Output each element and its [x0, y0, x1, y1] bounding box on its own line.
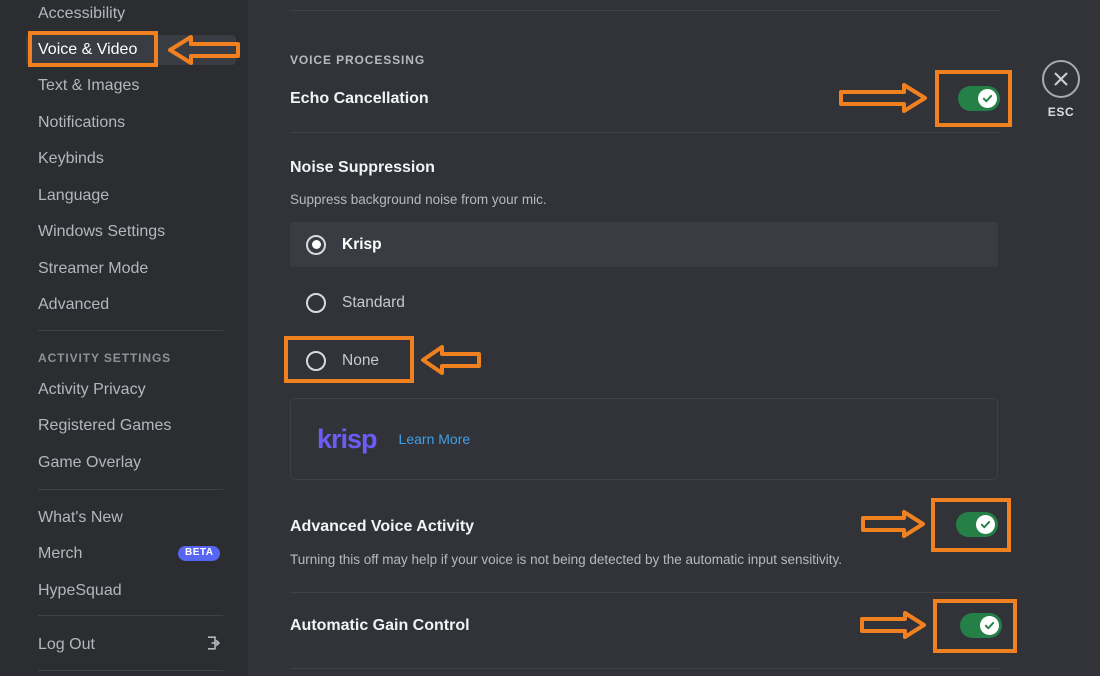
logout-icon	[205, 635, 221, 651]
advanced-voice-activity-label: Advanced Voice Activity	[290, 518, 475, 535]
close-icon	[1042, 60, 1080, 98]
echo-cancellation-label: Echo Cancellation	[290, 90, 429, 107]
radio-option-label: None	[342, 351, 380, 369]
noise-suppression-description: Suppress background noise from your mic.	[290, 192, 547, 207]
sidebar-item-label: Text & Images	[38, 77, 140, 94]
toggle-knob-check-icon	[980, 616, 999, 635]
sidebar-item-label: Streamer Mode	[38, 260, 149, 277]
toggle-knob-check-icon	[976, 515, 995, 534]
sidebar-item-label: Language	[38, 187, 110, 204]
sidebar-spacer	[240, 0, 248, 676]
sidebar-divider-3	[38, 615, 223, 616]
sidebar-item-activity-privacy[interactable]: Activity Privacy	[26, 375, 236, 405]
sidebar-item-notifications[interactable]: Notifications	[26, 108, 236, 138]
settings-sidebar: Accessibility Voice & Video Text & Image…	[0, 0, 240, 676]
sidebar-item-label: Keybinds	[38, 150, 104, 167]
content-divider-3	[290, 668, 1000, 669]
sidebar-item-label: Windows Settings	[38, 223, 166, 240]
automatic-gain-control-label: Automatic Gain Control	[290, 617, 470, 634]
sidebar-item-label: What's New	[38, 509, 123, 526]
sidebar-item-hypesquad[interactable]: HypeSquad	[26, 576, 236, 606]
sidebar-item-whats-new[interactable]: What's New	[26, 503, 236, 533]
sidebar-divider-2	[38, 489, 223, 490]
sidebar-item-label: HypeSquad	[38, 582, 122, 599]
content-divider-1	[290, 132, 1000, 133]
close-button-label: ESC	[1047, 105, 1075, 119]
sidebar-item-streamer-mode[interactable]: Streamer Mode	[26, 254, 236, 284]
section-title-voice-processing: VOICE PROCESSING	[290, 53, 426, 67]
sidebar-item-voice-and-video[interactable]: Voice & Video	[26, 35, 236, 65]
sidebar-item-label: Log Out	[38, 636, 95, 653]
sidebar-item-registered-games[interactable]: Registered Games	[26, 411, 236, 441]
sidebar-item-label: Registered Games	[38, 417, 172, 434]
content-divider-2	[290, 592, 1000, 593]
close-button[interactable]: ESC	[1040, 60, 1082, 119]
sidebar-item-accessibility[interactable]: Accessibility	[26, 0, 236, 29]
sidebar-item-label: Notifications	[38, 114, 126, 131]
radio-option-krisp[interactable]: Krisp	[290, 222, 998, 267]
krisp-learn-more-link[interactable]: Learn More	[399, 431, 471, 447]
sidebar-item-game-overlay[interactable]: Game Overlay	[26, 448, 236, 478]
sidebar-divider-1	[38, 330, 223, 331]
radio-option-none[interactable]: None	[290, 338, 998, 383]
beta-badge: BETA	[178, 546, 221, 561]
settings-window: Accessibility Voice & Video Text & Image…	[0, 0, 1100, 676]
radio-option-label: Krisp	[342, 235, 382, 253]
sidebar-item-label: Game Overlay	[38, 454, 142, 471]
echo-cancellation-toggle[interactable]	[958, 86, 1000, 111]
toggle-knob-check-icon	[978, 89, 997, 108]
sidebar-item-language[interactable]: Language	[26, 181, 236, 211]
advanced-voice-activity-description: Turning this off may help if your voice …	[290, 552, 843, 567]
sidebar-item-keybinds[interactable]: Keybinds	[26, 144, 236, 174]
krisp-promo-card: krisp Learn More	[290, 398, 998, 480]
sidebar-item-label: Advanced	[38, 296, 110, 313]
radio-icon	[306, 292, 326, 313]
automatic-gain-control-toggle[interactable]	[960, 613, 1002, 638]
settings-content: VOICE PROCESSING Echo Cancellation Noise…	[248, 0, 1100, 676]
krisp-logo: krisp	[317, 423, 378, 454]
noise-suppression-label: Noise Suppression	[290, 159, 435, 176]
sidebar-item-text-and-images[interactable]: Text & Images	[26, 71, 236, 101]
sidebar-section-activity-settings: ACTIVITY SETTINGS	[38, 351, 172, 365]
radio-option-standard[interactable]: Standard	[290, 280, 998, 325]
sidebar-item-windows-settings[interactable]: Windows Settings	[26, 217, 236, 247]
radio-icon	[306, 350, 326, 371]
sidebar-item-advanced[interactable]: Advanced	[26, 290, 236, 320]
sidebar-item-label: Activity Privacy	[38, 381, 146, 398]
radio-icon	[306, 234, 326, 255]
sidebar-item-label: Merch	[38, 545, 83, 562]
sidebar-item-label: Voice & Video	[38, 41, 138, 58]
sidebar-divider-4	[38, 670, 223, 671]
sidebar-item-label: Accessibility	[38, 5, 126, 22]
content-divider-top	[290, 10, 1000, 11]
radio-option-label: Standard	[342, 293, 405, 311]
advanced-voice-activity-toggle[interactable]	[956, 512, 998, 537]
